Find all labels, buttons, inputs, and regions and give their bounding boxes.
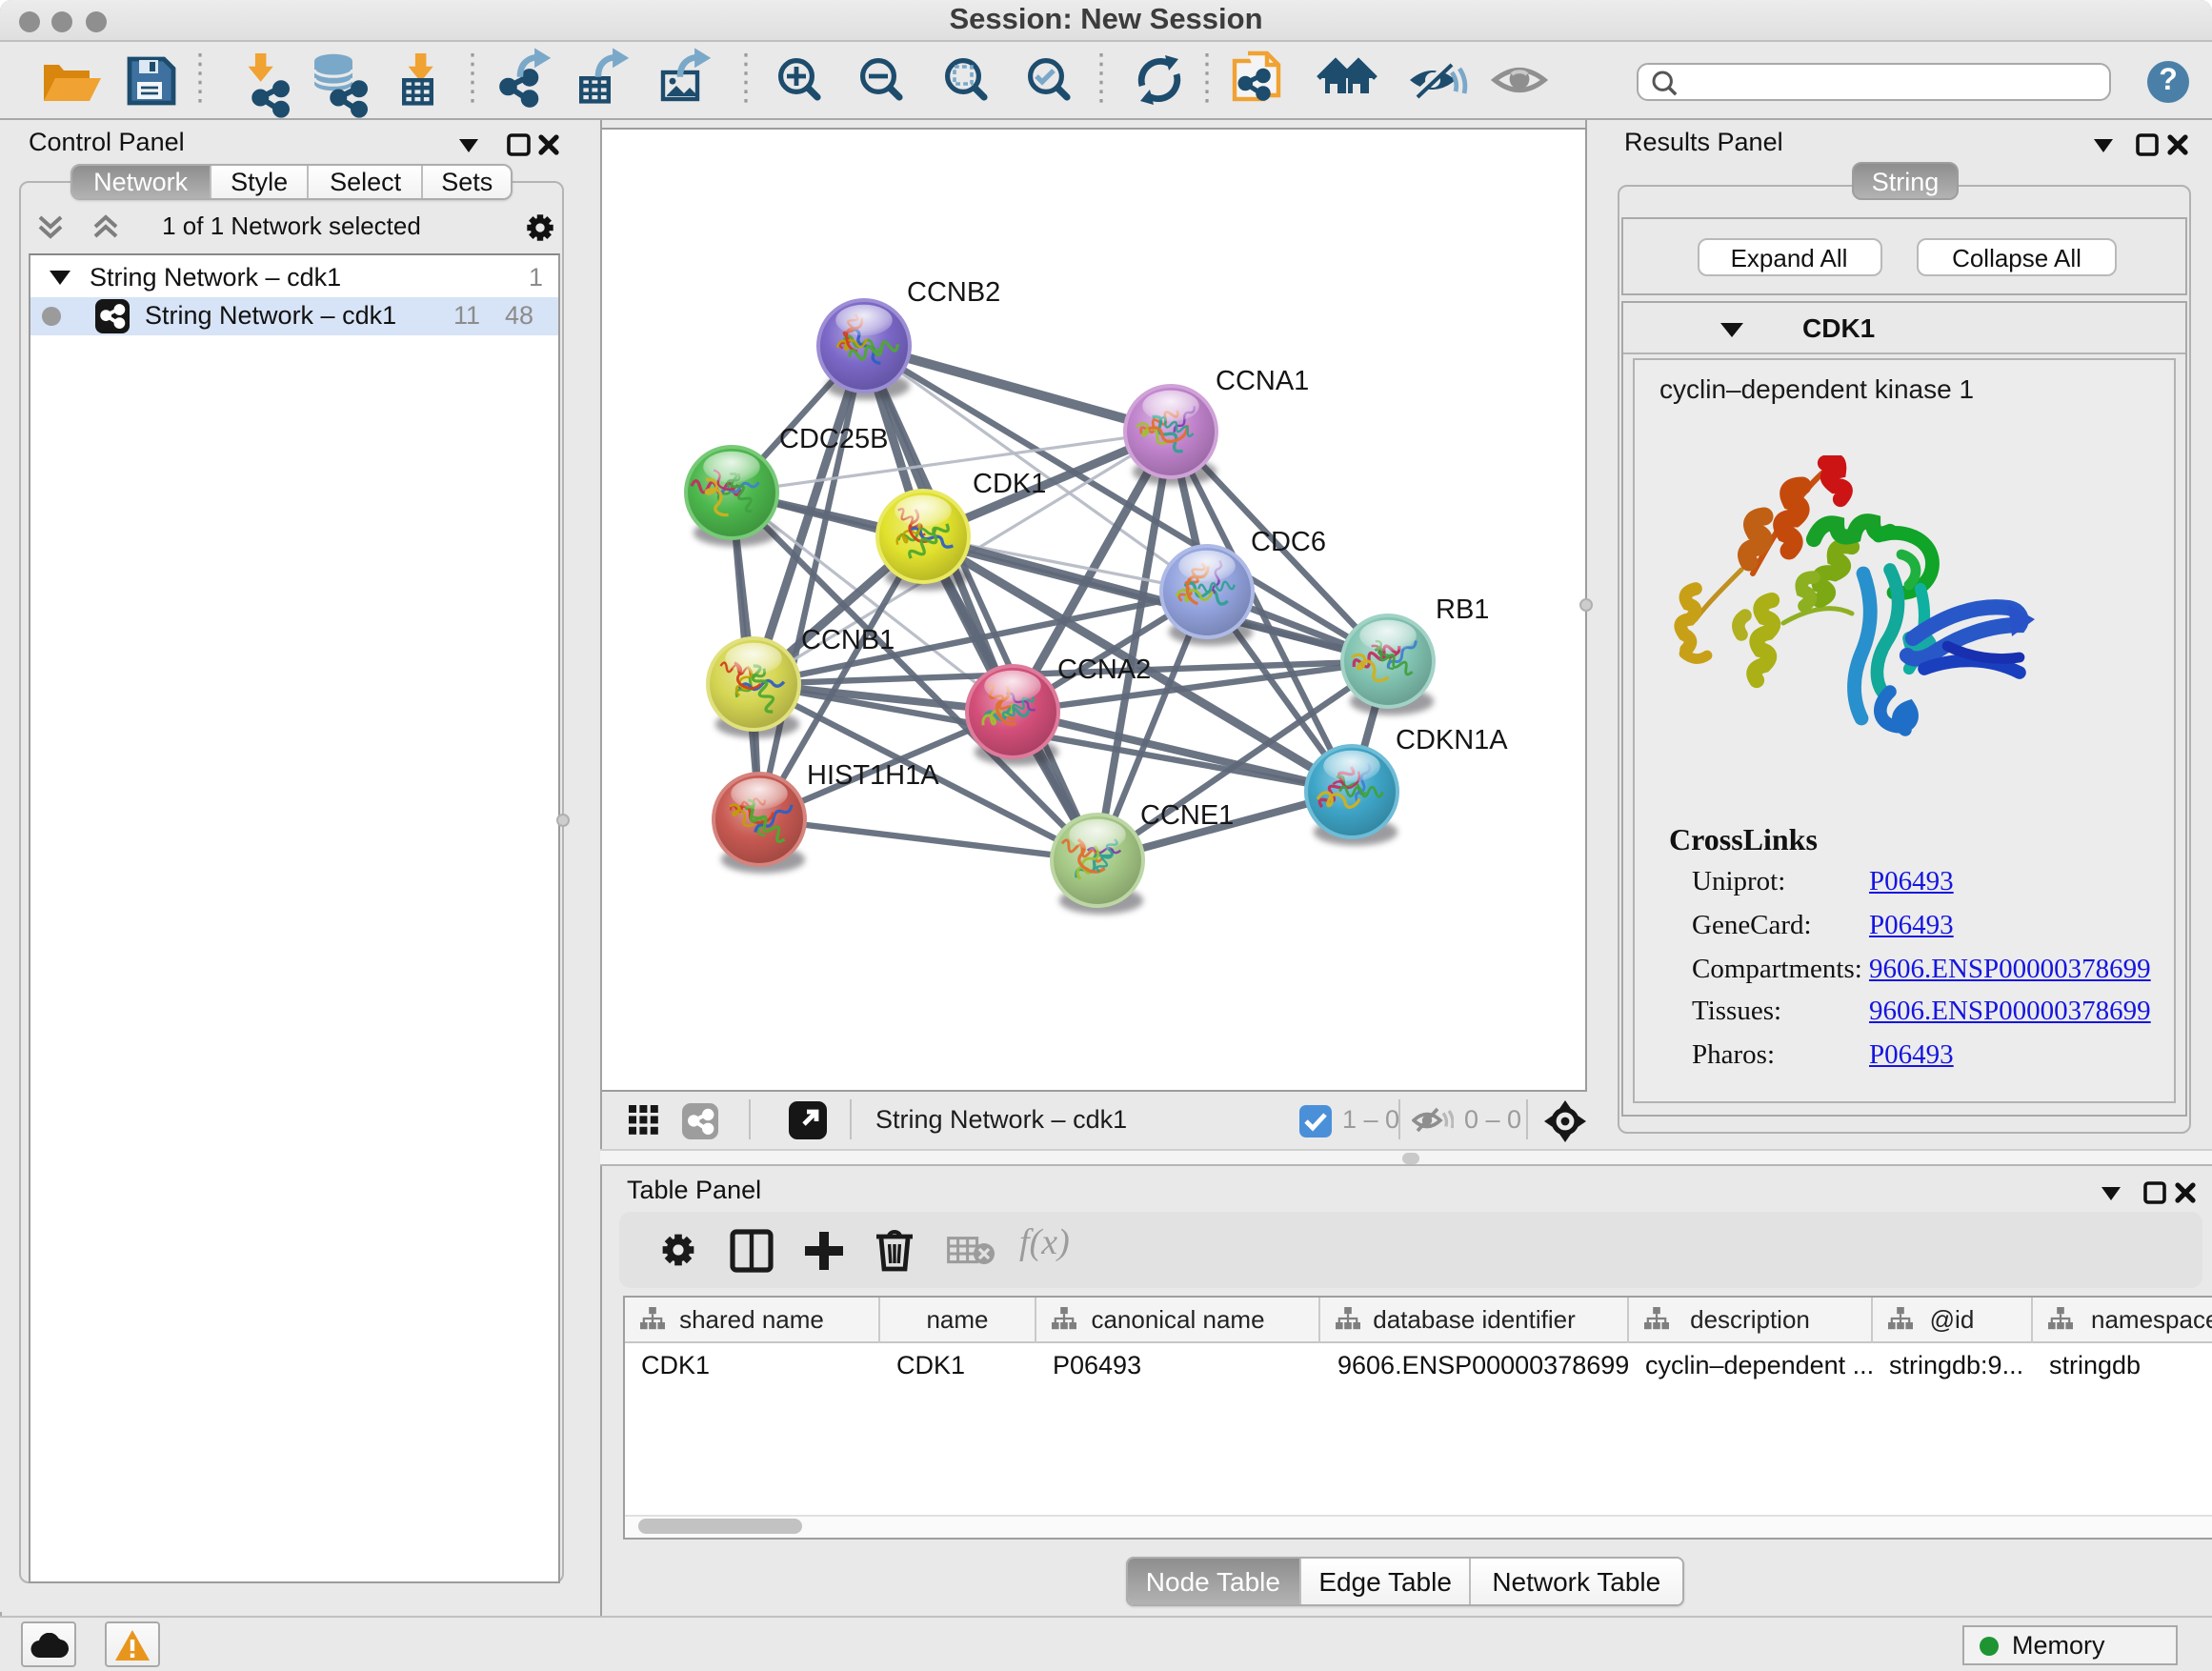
svg-text:CCNE1: CCNE1 <box>1140 799 1234 830</box>
svg-text:CDK1: CDK1 <box>973 468 1046 498</box>
svg-text:CDKN1A: CDKN1A <box>1396 724 1508 755</box>
svg-text:CCNA1: CCNA1 <box>1216 365 1309 395</box>
svg-text:CCNB2: CCNB2 <box>907 276 1000 307</box>
svg-text:HIST1H1A: HIST1H1A <box>807 759 939 790</box>
svg-text:CCNB1: CCNB1 <box>801 624 895 654</box>
svg-text:CDC6: CDC6 <box>1251 526 1326 556</box>
svg-text:CCNA2: CCNA2 <box>1057 654 1151 684</box>
svg-text:CDC25B: CDC25B <box>779 423 888 453</box>
svg-text:RB1: RB1 <box>1436 594 1489 624</box>
